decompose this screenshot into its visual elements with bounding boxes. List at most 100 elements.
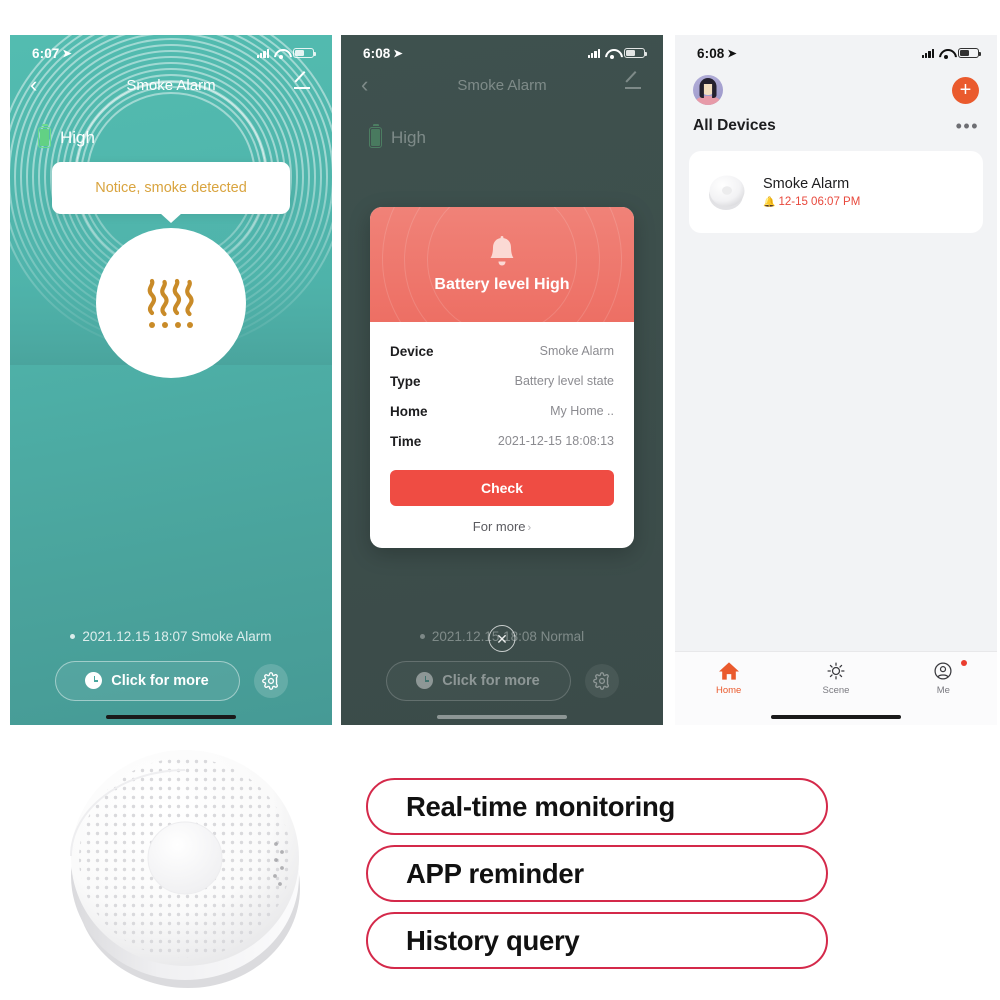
- detail-row: Type Battery level state: [390, 366, 614, 396]
- page-title: Smoke Alarm: [457, 76, 547, 94]
- avatar-shoulder: [695, 96, 721, 105]
- status-bar: 6:08 ➤: [341, 35, 663, 65]
- smoke-waves-icon: [147, 278, 194, 328]
- signal-bars-icon: [921, 48, 934, 58]
- phone1-footer: 2021.12.15 18:07 Smoke Alarm Click for m…: [10, 629, 332, 726]
- home-indicator: [437, 714, 567, 719]
- alert-modal-header: Battery level High: [370, 207, 634, 322]
- nav-bar: ‹ Smoke Alarm: [10, 65, 332, 105]
- smoke-detector-product-photo: [48, 748, 323, 988]
- tab-home[interactable]: Home: [675, 661, 782, 696]
- status-time-group: 6:08 ➤: [363, 46, 403, 61]
- feature-item: History query: [366, 912, 828, 969]
- device-visual-stage: Notice, smoke detected: [10, 162, 332, 492]
- battery-level-icon: [38, 127, 51, 148]
- location-arrow-icon: ➤: [727, 47, 737, 60]
- detail-row: Home My Home ..: [390, 396, 614, 426]
- wifi-icon: [605, 48, 619, 59]
- log-text: 2021.12.15 18:07 Smoke Alarm: [82, 628, 272, 644]
- device-list-item[interactable]: Smoke Alarm 🔔 12-15 06:07 PM: [689, 151, 983, 233]
- gear-icon: [592, 671, 609, 690]
- pencil-edit-icon[interactable]: [623, 75, 643, 95]
- battery-icon: [293, 47, 317, 59]
- log-bullet-icon: [419, 633, 425, 639]
- battery-icon: [958, 47, 982, 59]
- signal-bars-icon: [587, 48, 600, 58]
- latest-log-entry: 2021.12.15 18:08 Normal: [341, 629, 663, 644]
- section-title: All Devices: [693, 117, 776, 134]
- top-action-row: +: [675, 65, 997, 105]
- battery-icon: [624, 47, 648, 59]
- chevron-left-icon[interactable]: ‹: [30, 74, 54, 96]
- tab-label: Scene: [822, 685, 850, 696]
- smoke-status-circle[interactable]: [96, 228, 246, 378]
- page-title: Smoke Alarm: [126, 76, 216, 94]
- device-name: Smoke Alarm: [763, 176, 850, 192]
- pencil-edit-icon[interactable]: [292, 75, 312, 95]
- tab-me[interactable]: Me: [890, 660, 997, 696]
- detail-key: Type: [390, 373, 421, 389]
- sun-scene-icon: [827, 662, 845, 680]
- for-more-link[interactable]: For more ›: [390, 506, 614, 548]
- alert-modal-body: Device Smoke Alarm Type Battery level st…: [370, 322, 634, 548]
- tab-label: Me: [936, 685, 950, 696]
- detail-value: My Home ..: [550, 404, 614, 418]
- status-time: 6:08: [697, 45, 725, 61]
- status-time-group: 6:08 ➤: [697, 46, 737, 61]
- check-button[interactable]: Check: [390, 470, 614, 506]
- status-icons: [921, 47, 982, 59]
- device-info: Smoke Alarm 🔔 12-15 06:07 PM: [763, 176, 860, 208]
- settings-gear-button[interactable]: [584, 663, 619, 698]
- plus-add-device-icon[interactable]: +: [952, 76, 979, 104]
- user-avatar-icon[interactable]: [693, 75, 723, 105]
- chevron-left-icon[interactable]: ‹: [361, 74, 385, 96]
- smoke-notice-tooltip: Notice, smoke detected: [52, 162, 290, 214]
- clock-icon: [416, 672, 434, 689]
- smoke-detector-icon: [705, 170, 749, 214]
- battery-level-row: High: [341, 105, 663, 148]
- nav-bar: ‹ Smoke Alarm: [341, 65, 663, 105]
- click-for-more-button[interactable]: Click for more: [54, 660, 240, 701]
- settings-gear-button[interactable]: [253, 663, 288, 698]
- location-arrow-icon: ➤: [393, 47, 403, 60]
- battery-level-icon: [369, 127, 382, 148]
- latest-log-entry: 2021.12.15 18:07 Smoke Alarm: [10, 629, 332, 644]
- section-header: All Devices •••: [675, 105, 997, 135]
- alert-title: Battery level High: [434, 275, 570, 293]
- clock-icon: [85, 672, 103, 689]
- feature-label: Real-time monitoring: [406, 790, 676, 822]
- click-for-more-button[interactable]: Click for more: [385, 660, 571, 701]
- feature-item: Real-time monitoring: [366, 778, 828, 835]
- feature-item: APP reminder: [366, 845, 828, 902]
- click-for-more-label: Click for more: [111, 672, 209, 689]
- detail-value: Battery level state: [514, 374, 614, 388]
- location-arrow-icon: ➤: [62, 47, 72, 60]
- tab-scene[interactable]: Scene: [782, 661, 889, 696]
- detail-row: Time 2021-12-15 18:08:13: [390, 426, 614, 456]
- phone-screen-device-list: 6:08 ➤ + All Devices ••• Smoke Alarm 🔔 1…: [675, 35, 997, 725]
- check-button-label: Check: [480, 480, 524, 496]
- log-text: 2021.12.15 18:08 Normal: [431, 628, 585, 644]
- ellipsis-more-icon[interactable]: •••: [956, 117, 979, 135]
- home-indicator: [771, 714, 901, 719]
- bell-alert-icon: 🔔: [763, 196, 776, 208]
- log-bullet-icon: [70, 633, 76, 639]
- smoke-detector-glyph: [709, 175, 745, 210]
- bell-icon: [490, 235, 514, 265]
- status-icons: [587, 47, 648, 59]
- detail-value: 2021-12-15 18:08:13: [497, 434, 614, 448]
- control-row: Click for more: [10, 660, 332, 701]
- click-for-more-label: Click for more: [442, 672, 540, 689]
- detail-key: Home: [390, 403, 428, 419]
- tab-label: Home: [715, 685, 742, 696]
- alert-modal: Battery level High Device Smoke Alarm Ty…: [370, 207, 634, 548]
- wifi-icon: [274, 48, 288, 59]
- gear-icon: [261, 671, 278, 690]
- feature-list: Real-time monitoring APP reminder Histor…: [366, 778, 828, 979]
- product-illustration: [70, 750, 300, 988]
- phone-screen-smoke-alarm-detail: 6:07 ➤ ‹ Smoke Alarm High Notice, smoke …: [10, 35, 332, 725]
- device-alarm-status: 🔔 12-15 06:07 PM: [763, 196, 860, 208]
- status-time: 6:08: [363, 45, 391, 61]
- notification-badge-icon: [960, 660, 967, 666]
- wifi-icon: [939, 48, 953, 59]
